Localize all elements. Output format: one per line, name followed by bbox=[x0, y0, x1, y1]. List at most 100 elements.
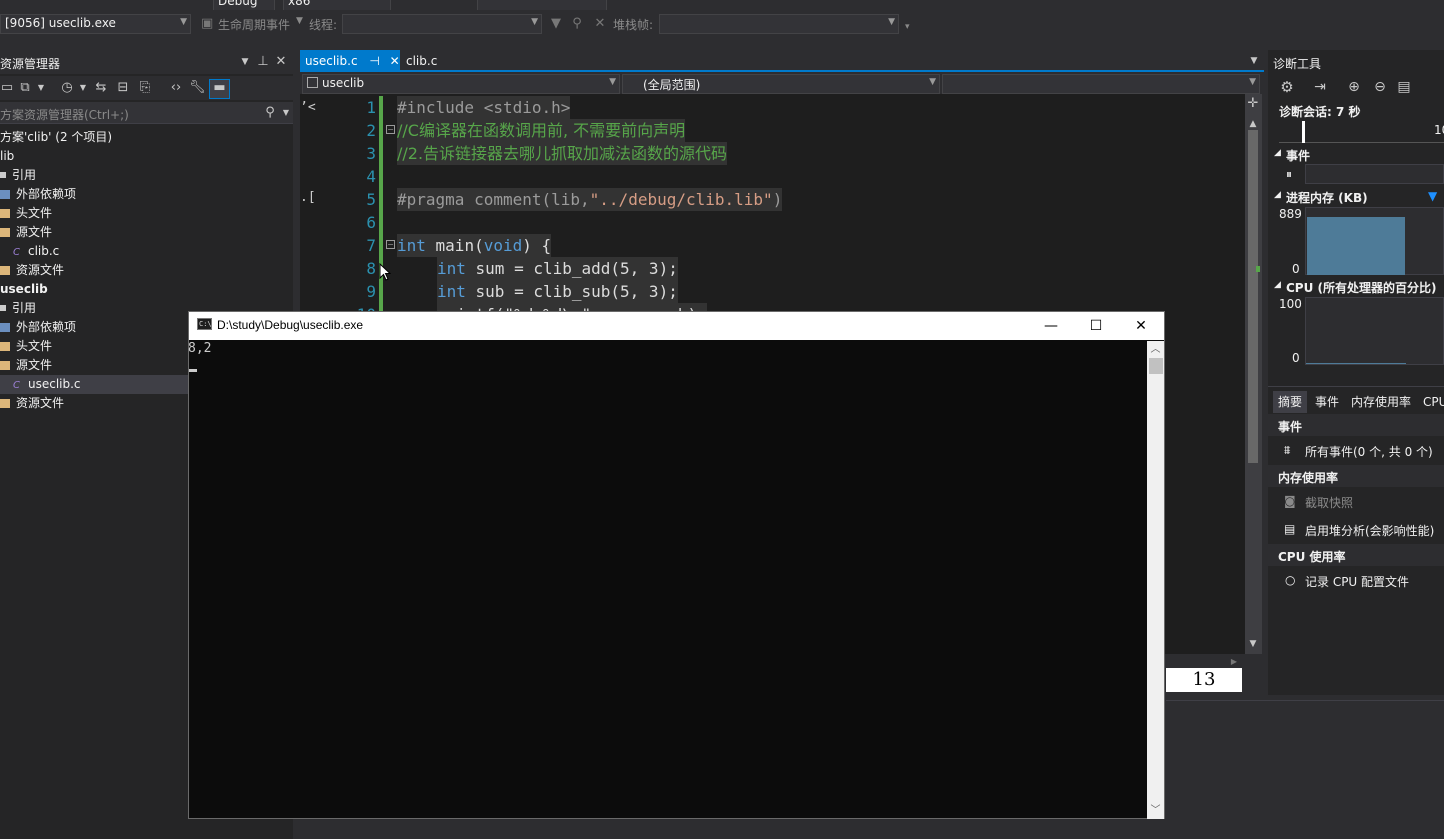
close-button[interactable]: ✕ bbox=[1118, 312, 1164, 340]
memory-usage-area bbox=[1307, 217, 1405, 275]
events-track[interactable] bbox=[1305, 164, 1444, 184]
document-tabs: useclib.c ⊣ ✕ clib.c ▼ bbox=[300, 50, 1264, 72]
chevron-down-icon[interactable]: ▼ bbox=[281, 105, 291, 121]
code-string: "../debug/clib.lib" bbox=[589, 190, 773, 209]
heap-analysis-checkbox[interactable]: 启用堆分析(会影响性能) bbox=[1305, 522, 1434, 539]
chevron-down-icon[interactable]: ▼ bbox=[36, 80, 46, 96]
tab-events[interactable]: 事件 bbox=[1310, 391, 1344, 413]
process-combo[interactable]: [9056] useclib.exe ▼ bbox=[0, 14, 191, 34]
lifecycle-events-button[interactable]: 生命周期事件 bbox=[218, 16, 290, 33]
filter-flag-icon[interactable]: ⚲ bbox=[570, 16, 584, 32]
zoom-out-icon[interactable]: ⊖ bbox=[1371, 79, 1389, 95]
preview-icon[interactable]: ▬ bbox=[209, 79, 230, 99]
split-icon[interactable]: ✛ bbox=[1245, 96, 1261, 112]
tree-item-label: 外部依赖项 bbox=[16, 187, 77, 201]
stackframe-combo[interactable]: ▼ bbox=[659, 14, 899, 34]
line-number: 3 bbox=[366, 144, 376, 163]
tab-summary[interactable]: 摘要 bbox=[1273, 391, 1308, 413]
reset-zoom-icon[interactable]: ▤ bbox=[1395, 79, 1413, 95]
filter-icon[interactable]: ▼ bbox=[549, 16, 563, 32]
project-nav-combo[interactable]: useclib ▼ bbox=[302, 74, 620, 94]
tree-project-clib[interactable]: lib bbox=[0, 147, 14, 166]
swap-icon[interactable]: ✕ bbox=[593, 16, 607, 32]
thread-combo[interactable]: ▼ bbox=[342, 14, 542, 34]
switch-views-icon[interactable]: ⧉ bbox=[18, 80, 32, 96]
tree-solution-node[interactable]: 方案'clib' (2 个项目) bbox=[0, 128, 112, 147]
folder-icon[interactable]: ▭ bbox=[0, 80, 14, 96]
solution-search-box[interactable]: 方案资源管理器(Ctrl+;) ⚲ ▼ bbox=[0, 102, 293, 124]
console-vertical-scrollbar[interactable] bbox=[1147, 341, 1164, 819]
tree-item-headers[interactable]: 头文件 bbox=[0, 204, 52, 223]
maximize-button[interactable]: ☐ bbox=[1073, 312, 1119, 340]
editor-scroll-thumb[interactable] bbox=[1248, 130, 1258, 463]
fold-toggle-icon[interactable]: − bbox=[386, 125, 395, 134]
record-cpu-profile-button[interactable]: 记录 CPU 配置文件 bbox=[1305, 573, 1409, 590]
timeline-tick-label: 10 bbox=[1434, 123, 1444, 137]
events-header: 事件 bbox=[1286, 149, 1311, 163]
tree-item-sources[interactable]: 源文件 bbox=[0, 223, 52, 242]
close-icon[interactable]: ✕ bbox=[390, 54, 400, 68]
collapse-triangle-icon[interactable]: ◢ bbox=[1274, 190, 1281, 200]
collapse-triangle-icon[interactable]: ◢ bbox=[1274, 148, 1281, 158]
tab-list-dropdown-icon[interactable]: ▼ bbox=[1248, 53, 1260, 69]
tab-cpu[interactable]: CPU bbox=[1418, 391, 1444, 413]
tree-item-external-deps[interactable]: 外部依赖项 bbox=[0, 185, 76, 204]
scroll-down-icon[interactable]: ▼ bbox=[1245, 636, 1261, 652]
collapse-triangle-icon[interactable]: ◢ bbox=[1274, 280, 1281, 290]
tree-item-external-deps[interactable]: 外部依赖项 bbox=[0, 318, 76, 337]
tab-memory-usage[interactable]: 内存使用率 bbox=[1346, 391, 1416, 413]
search-icon[interactable]: ⚲ bbox=[262, 105, 278, 121]
tab-clib-c[interactable]: clib.c bbox=[401, 50, 442, 72]
pin-icon[interactable]: ⊣ bbox=[369, 54, 379, 68]
collapse-all-icon[interactable]: ⊟ bbox=[116, 80, 130, 96]
tree-item-headers[interactable]: 头文件 bbox=[0, 337, 52, 356]
console-scroll-thumb[interactable] bbox=[1149, 358, 1163, 374]
config-combo[interactable]: Debug bbox=[213, 0, 275, 10]
chevron-down-icon[interactable]: ▼ bbox=[78, 80, 88, 96]
toolbar-overflow-icon[interactable]: ▾ bbox=[905, 22, 910, 32]
editor-horizontal-scrollbar[interactable] bbox=[1166, 654, 1262, 668]
cpu-chart[interactable] bbox=[1305, 297, 1444, 365]
close-icon[interactable]: ✕ bbox=[274, 54, 288, 70]
tree-item-references[interactable]: 引用 bbox=[0, 299, 36, 318]
tree-item-references[interactable]: 引用 bbox=[0, 166, 36, 185]
gear-icon[interactable]: ⚙ bbox=[1278, 79, 1296, 95]
show-all-files-icon[interactable]: ⎘ bbox=[138, 80, 152, 96]
tree-item-resources[interactable]: 资源文件 bbox=[0, 394, 64, 413]
tab-useclib-c[interactable]: useclib.c ⊣ ✕ bbox=[300, 50, 400, 72]
tree-item-resources[interactable]: 资源文件 bbox=[0, 261, 64, 280]
tree-item-label: 资源文件 bbox=[16, 396, 65, 410]
tree-item-sources[interactable]: 源文件 bbox=[0, 356, 52, 375]
dropdown-icon[interactable]: ▼ bbox=[238, 54, 252, 70]
line-number: 7 bbox=[366, 236, 376, 255]
code-view-icon[interactable]: ‹› bbox=[167, 80, 185, 96]
folder-icon bbox=[0, 228, 10, 237]
sync-icon[interactable]: ⇆ bbox=[94, 80, 108, 96]
zoom-level[interactable]: 13 bbox=[1166, 668, 1242, 692]
tree-item-useclib-c[interactable]: Cuseclib.c bbox=[0, 375, 190, 394]
scope-nav-combo[interactable]: (全局范围) ▼ bbox=[622, 74, 940, 94]
zoom-in-icon[interactable]: ⊕ bbox=[1345, 79, 1363, 95]
code-keyword: int bbox=[437, 282, 466, 301]
take-snapshot-button[interactable]: 截取快照 bbox=[1305, 494, 1353, 511]
chevron-down-icon: ▼ bbox=[609, 77, 616, 87]
run-combo[interactable] bbox=[477, 0, 607, 10]
minimize-button[interactable]: — bbox=[1028, 312, 1074, 340]
tree-item-clib-c[interactable]: Cclib.c bbox=[13, 242, 59, 261]
timeline-cursor[interactable] bbox=[1302, 121, 1305, 143]
tree-project-useclib[interactable]: useclib bbox=[0, 280, 48, 299]
fold-toggle-icon[interactable]: − bbox=[386, 240, 395, 249]
scroll-up-icon[interactable]: ︿ bbox=[1148, 342, 1163, 358]
scroll-down-icon[interactable]: ﹀ bbox=[1148, 803, 1163, 819]
export-icon[interactable]: ⇥ bbox=[1310, 79, 1330, 95]
indicator-mark: ’< bbox=[300, 100, 316, 115]
all-events-link[interactable]: 所有事件(0 个, 共 0 个) bbox=[1305, 443, 1433, 460]
platform-combo[interactable]: x86 bbox=[283, 0, 391, 10]
history-icon[interactable]: ◷ bbox=[60, 80, 74, 96]
pin-icon[interactable]: ⊥ bbox=[256, 54, 270, 70]
tab-label: CPU bbox=[1423, 395, 1444, 409]
wrench-icon[interactable]: 🔧︎ bbox=[189, 80, 206, 96]
filter-icon[interactable]: ▼ bbox=[1428, 189, 1437, 203]
member-nav-combo[interactable]: ▼ bbox=[942, 74, 1260, 94]
console-window[interactable] bbox=[188, 311, 1165, 819]
